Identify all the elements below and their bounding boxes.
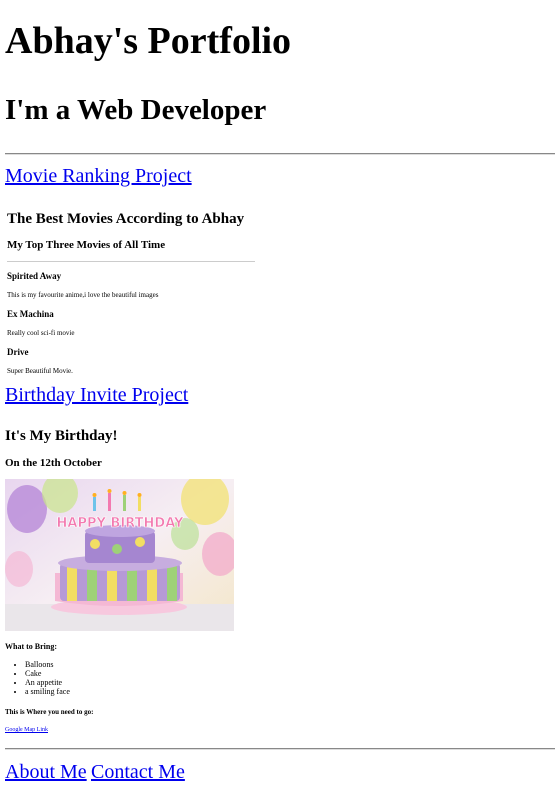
movie-project-preview: The Best Movies According to Abhay My To… bbox=[5, 205, 255, 380]
birthday-project-link[interactable]: Birthday Invite Project bbox=[5, 385, 188, 405]
movie-title: Drive bbox=[7, 347, 29, 357]
divider-top bbox=[5, 153, 555, 155]
bring-label: What to Bring: bbox=[5, 642, 57, 651]
birthday-cake-image: HAPPY BIRTHDAY bbox=[5, 479, 234, 631]
movie-project-link[interactable]: Movie Ranking Project bbox=[5, 166, 192, 186]
movie-page-divider bbox=[7, 261, 255, 262]
movie-page-title: The Best Movies According to Abhay bbox=[7, 211, 245, 227]
movie-title: Ex Machina bbox=[7, 309, 54, 319]
movie-description: This is my favourite anime,i love the be… bbox=[7, 291, 159, 299]
movie-title: Spirited Away bbox=[7, 271, 62, 281]
movie-description: Super Beautiful Movie. bbox=[7, 367, 73, 375]
page-subtitle: I'm a Web Developer bbox=[5, 94, 267, 126]
about-me-link[interactable]: About Me bbox=[5, 762, 87, 782]
movie-page-subtitle: My Top Three Movies of All Time bbox=[7, 239, 166, 251]
cake-topper-text: HAPPY BIRTHDAY bbox=[57, 516, 184, 531]
list-item: a smiling face bbox=[25, 687, 70, 696]
list-item: Cake bbox=[25, 669, 70, 678]
page-title: Abhay's Portfolio bbox=[5, 20, 292, 62]
location-label: This is Where you need to go: bbox=[5, 708, 94, 716]
list-item: An appetite bbox=[25, 678, 70, 687]
birthday-title: It's My Birthday! bbox=[5, 428, 118, 444]
divider-bottom bbox=[5, 748, 555, 750]
google-map-link[interactable]: Google Map Link bbox=[5, 727, 48, 733]
list-item: Balloons bbox=[25, 660, 70, 669]
contact-me-link[interactable]: Contact Me bbox=[91, 762, 185, 782]
bring-list: Balloons Cake An appetite a smiling face bbox=[5, 660, 70, 696]
birthday-date: On the 12th October bbox=[5, 457, 102, 469]
movie-description: Really cool sci-fi movie bbox=[7, 329, 75, 337]
